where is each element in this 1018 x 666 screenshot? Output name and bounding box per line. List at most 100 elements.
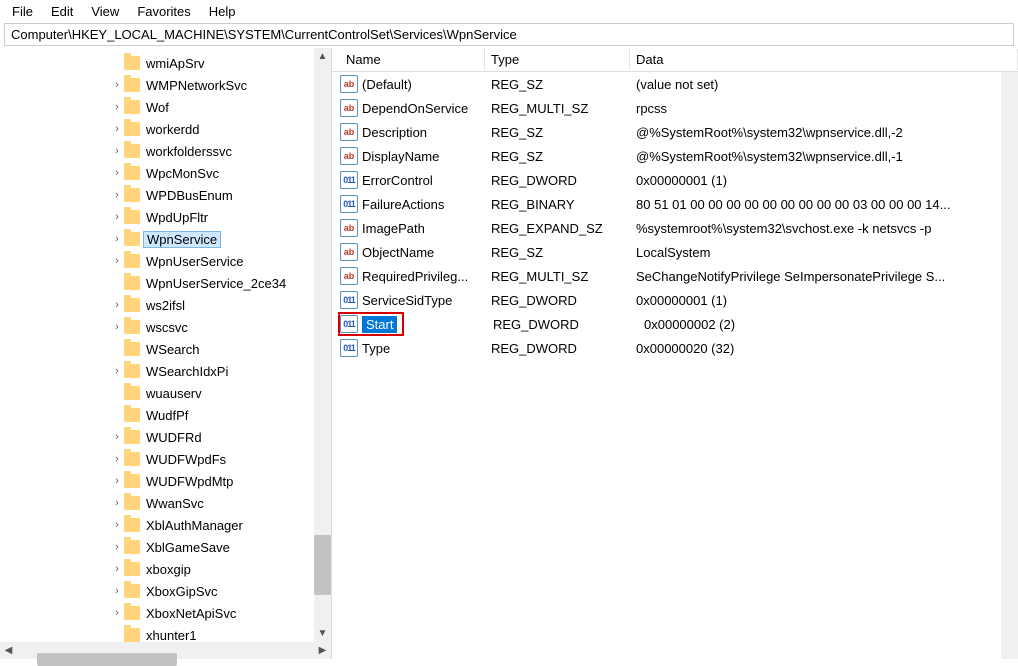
registry-value-row[interactable]: 011TypeREG_DWORD0x00000020 (32) (332, 336, 1018, 360)
tree-item-label: WpnUserService_2ce34 (144, 276, 288, 291)
value-type: REG_MULTI_SZ (485, 101, 630, 116)
value-type: REG_SZ (485, 77, 630, 92)
chevron-right-icon[interactable]: › (110, 101, 124, 113)
menu-help[interactable]: Help (201, 2, 244, 21)
tree-item-label: WpcMonSvc (144, 166, 221, 181)
chevron-right-icon[interactable]: › (110, 145, 124, 157)
scroll-right-icon[interactable]: ▶ (314, 645, 331, 656)
registry-value-row[interactable]: abImagePathREG_EXPAND_SZ%systemroot%\sys… (332, 216, 1018, 240)
value-data: 0x00000020 (32) (630, 341, 1018, 356)
scroll-left-icon[interactable]: ◀ (0, 645, 17, 656)
menu-file[interactable]: File (4, 2, 41, 21)
chevron-right-icon[interactable]: › (110, 167, 124, 179)
scroll-thumb[interactable] (314, 535, 331, 595)
tree-item[interactable]: ›WPDBusEnum (0, 184, 331, 206)
tree-item[interactable]: ›wscsvc (0, 316, 331, 338)
menu-view[interactable]: View (83, 2, 127, 21)
tree-item[interactable]: ›WpnUserService (0, 250, 331, 272)
menu-favorites[interactable]: Favorites (129, 2, 198, 21)
tree-item[interactable]: WudfPf (0, 404, 331, 426)
scroll-up-icon[interactable]: ▲ (314, 48, 331, 65)
chevron-right-icon[interactable]: › (110, 365, 124, 377)
value-name: (Default) (362, 77, 412, 92)
registry-value-row[interactable]: abRequiredPrivileg...REG_MULTI_SZSeChang… (332, 264, 1018, 288)
tree-item[interactable]: ›XblAuthManager (0, 514, 331, 536)
tree-item[interactable]: WpnUserService_2ce34 (0, 272, 331, 294)
registry-value-row[interactable]: ab(Default)REG_SZ(value not set) (332, 72, 1018, 96)
tree-item[interactable]: ›WMPNetworkSvc (0, 74, 331, 96)
column-header-data[interactable]: Data (630, 49, 1018, 70)
chevron-right-icon[interactable]: › (110, 255, 124, 267)
chevron-right-icon[interactable]: › (110, 497, 124, 509)
tree-item[interactable]: › WpcMonSvc (0, 162, 331, 184)
registry-value-row[interactable]: 011ErrorControlREG_DWORD0x00000001 (1) (332, 168, 1018, 192)
folder-icon (124, 122, 140, 136)
tree-item-label: Wof (144, 100, 171, 115)
column-header-name[interactable]: Name (340, 49, 485, 70)
column-header-type[interactable]: Type (485, 49, 630, 70)
tree-item[interactable]: › WSearchIdxPi (0, 360, 331, 382)
value-name: Type (362, 341, 390, 356)
address-bar[interactable]: Computer\HKEY_LOCAL_MACHINE\SYSTEM\Curre… (4, 23, 1014, 46)
tree-item[interactable]: wuauserv (0, 382, 331, 404)
chevron-right-icon[interactable]: › (110, 79, 124, 91)
hscroll-thumb[interactable] (37, 653, 177, 666)
tree-item[interactable]: ›WpdUpFltr (0, 206, 331, 228)
tree-item[interactable]: xhunter1 (0, 624, 331, 642)
tree-horizontal-scrollbar[interactable]: ◀ ▶ (0, 642, 331, 659)
tree-item[interactable]: ›WUDFRd (0, 426, 331, 448)
folder-icon (124, 188, 140, 202)
chevron-right-icon[interactable]: › (110, 475, 124, 487)
tree-item[interactable]: ›XboxNetApiSvc (0, 602, 331, 624)
string-value-icon: ab (340, 243, 358, 261)
chevron-right-icon[interactable]: › (110, 563, 124, 575)
tree-item[interactable]: ›XboxGipSvc (0, 580, 331, 602)
registry-value-row[interactable]: 011FailureActionsREG_BINARY80 51 01 00 0… (332, 192, 1018, 216)
chevron-right-icon[interactable]: › (110, 233, 124, 245)
tree-item[interactable]: WSearch (0, 338, 331, 360)
value-type: REG_DWORD (485, 173, 630, 188)
folder-icon (124, 100, 140, 114)
menubar: File Edit View Favorites Help (0, 0, 1018, 23)
tree-item[interactable]: ›WwanSvc (0, 492, 331, 514)
chevron-right-icon[interactable]: › (110, 585, 124, 597)
tree-item[interactable]: ›xboxgip (0, 558, 331, 580)
registry-value-row[interactable]: abDisplayNameREG_SZ@%SystemRoot%\system3… (332, 144, 1018, 168)
chevron-right-icon[interactable]: › (110, 211, 124, 223)
string-value-icon: ab (340, 147, 358, 165)
tree-item[interactable]: › Wof (0, 96, 331, 118)
folder-icon (124, 56, 140, 70)
value-data: @%SystemRoot%\system32\wpnservice.dll,-1 (630, 149, 1018, 164)
registry-value-row[interactable]: abDependOnServiceREG_MULTI_SZrpcss (332, 96, 1018, 120)
chevron-right-icon[interactable]: › (110, 321, 124, 333)
tree-item[interactable]: ›WUDFWpdFs (0, 448, 331, 470)
chevron-right-icon[interactable]: › (110, 431, 124, 443)
registry-value-row-selected[interactable]: 011Start (338, 312, 404, 336)
chevron-right-icon[interactable]: › (110, 189, 124, 201)
tree-item-label: WSearchIdxPi (144, 364, 230, 379)
chevron-right-icon[interactable]: › (110, 607, 124, 619)
values-vertical-scrollbar[interactable] (1001, 72, 1018, 659)
tree-vertical-scrollbar[interactable]: ▲ ▼ (314, 48, 331, 642)
folder-icon (124, 144, 140, 158)
chevron-right-icon[interactable]: › (110, 299, 124, 311)
tree-item[interactable]: ›ws2ifsl (0, 294, 331, 316)
chevron-right-icon[interactable]: › (110, 453, 124, 465)
value-data: @%SystemRoot%\system32\wpnservice.dll,-2 (630, 125, 1018, 140)
registry-value-row[interactable]: abDescriptionREG_SZ@%SystemRoot%\system3… (332, 120, 1018, 144)
tree-item[interactable]: ›XblGameSave (0, 536, 331, 558)
scroll-down-icon[interactable]: ▼ (314, 625, 331, 642)
tree-item[interactable]: wmiApSrv (0, 52, 331, 74)
tree-item[interactable]: ›workfolderssvc (0, 140, 331, 162)
menu-edit[interactable]: Edit (43, 2, 81, 21)
tree-item[interactable]: ›WpnService (0, 228, 331, 250)
tree-item[interactable]: ›workerdd (0, 118, 331, 140)
chevron-right-icon[interactable]: › (110, 541, 124, 553)
registry-value-row[interactable]: 011ServiceSidTypeREG_DWORD0x00000001 (1) (332, 288, 1018, 312)
values-pane: Name Type Data ab (Default) REG_SZ(value n… (332, 48, 1018, 659)
registry-value-row[interactable]: abObjectNameREG_SZLocalSystem (332, 240, 1018, 264)
chevron-right-icon[interactable]: › (110, 519, 124, 531)
value-data: (value not set) (630, 77, 1018, 92)
chevron-right-icon[interactable]: › (110, 123, 124, 135)
tree-item[interactable]: ›WUDFWpdMtp (0, 470, 331, 492)
